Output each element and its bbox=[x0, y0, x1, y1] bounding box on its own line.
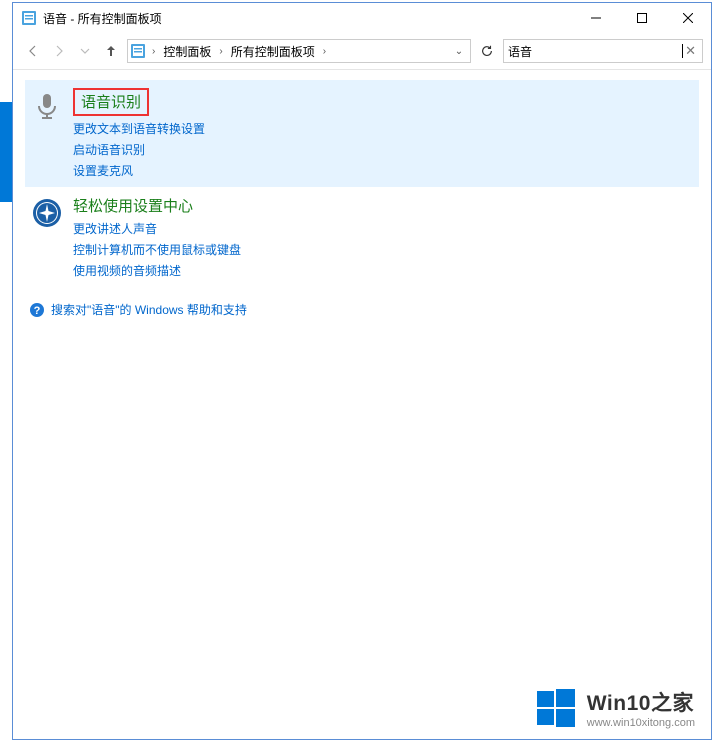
up-button[interactable] bbox=[99, 39, 123, 63]
control-panel-icon bbox=[21, 10, 37, 26]
maximize-button[interactable] bbox=[619, 3, 665, 33]
result-ease-of-access[interactable]: 轻松使用设置中心 更改讲述人声音 控制计算机而不使用鼠标或键盘 使用视频的音频描… bbox=[25, 187, 699, 287]
breadcrumb-bar[interactable]: › 控制面板 › 所有控制面板项 › ⌄ bbox=[127, 39, 471, 63]
search-box[interactable]: ✕ bbox=[503, 39, 703, 63]
result-link[interactable]: 控制计算机而不使用鼠标或键盘 bbox=[73, 241, 241, 258]
result-link[interactable]: 设置麦克风 bbox=[73, 162, 133, 179]
help-text: 搜索对"语音"的 Windows 帮助和支持 bbox=[51, 301, 247, 318]
result-heading[interactable]: 语音识别 bbox=[73, 88, 149, 116]
control-panel-window: 语音 - 所有控制面板项 › 控制面板 › 所有控 bbox=[12, 2, 712, 740]
window-title: 语音 - 所有控制面板项 bbox=[43, 10, 573, 27]
watermark-url: www.win10xitong.com bbox=[587, 717, 695, 729]
result-link[interactable]: 启动语音识别 bbox=[73, 141, 145, 158]
breadcrumb-item[interactable]: 所有控制面板项 bbox=[229, 43, 317, 60]
help-link[interactable]: ? 搜索对"语音"的 Windows 帮助和支持 bbox=[29, 301, 695, 318]
address-dropdown[interactable]: ⌄ bbox=[450, 46, 468, 57]
search-input[interactable] bbox=[508, 44, 681, 58]
forward-button[interactable] bbox=[47, 39, 71, 63]
result-link[interactable]: 使用视频的音频描述 bbox=[73, 262, 181, 279]
close-button[interactable] bbox=[665, 3, 711, 33]
titlebar: 语音 - 所有控制面板项 bbox=[13, 3, 711, 33]
control-panel-icon bbox=[130, 43, 146, 59]
refresh-button[interactable] bbox=[475, 39, 499, 63]
breadcrumb-item[interactable]: 控制面板 bbox=[161, 43, 213, 60]
result-speech-recognition[interactable]: 语音识别 更改文本到语音转换设置 启动语音识别 设置麦克风 bbox=[25, 80, 699, 187]
help-icon: ? bbox=[29, 302, 45, 318]
windows-logo-icon bbox=[535, 687, 577, 729]
microphone-icon bbox=[31, 90, 63, 122]
result-link[interactable]: 更改文本到语音转换设置 bbox=[73, 120, 205, 137]
clear-search-icon[interactable]: ✕ bbox=[683, 43, 698, 59]
result-link[interactable]: 更改讲述人声音 bbox=[73, 220, 157, 237]
results-area: 语音识别 更改文本到语音转换设置 启动语音识别 设置麦克风 轻松使用设置中心 更… bbox=[13, 70, 711, 342]
address-bar-row: › 控制面板 › 所有控制面板项 › ⌄ ✕ bbox=[13, 33, 711, 69]
chevron-right-icon[interactable]: › bbox=[150, 46, 157, 57]
back-button[interactable] bbox=[21, 39, 45, 63]
recent-dropdown[interactable] bbox=[73, 39, 97, 63]
minimize-button[interactable] bbox=[573, 3, 619, 33]
chevron-right-icon[interactable]: › bbox=[321, 46, 328, 57]
result-heading[interactable]: 轻松使用设置中心 bbox=[73, 195, 241, 216]
chevron-right-icon[interactable]: › bbox=[217, 46, 224, 57]
ease-of-access-icon bbox=[31, 197, 63, 229]
watermark-brand: Win10之家 bbox=[587, 687, 695, 717]
svg-text:?: ? bbox=[34, 305, 41, 317]
watermark: Win10之家 www.win10xitong.com bbox=[535, 687, 695, 729]
